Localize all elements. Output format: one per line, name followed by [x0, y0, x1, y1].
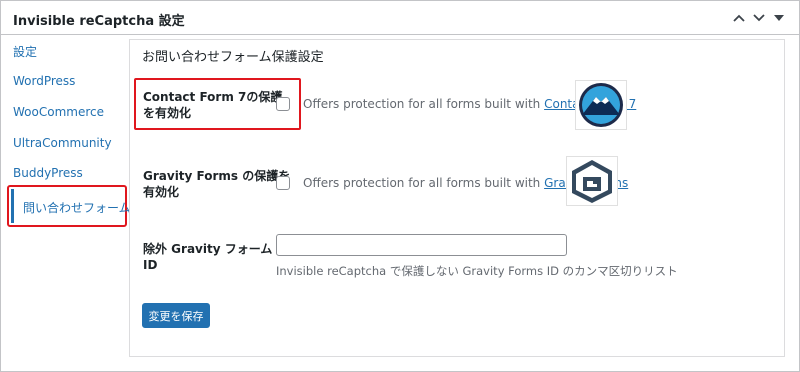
postbox-header: Invisible reCaptcha 設定 — [1, 1, 799, 35]
exclude-gravity-ids-input[interactable] — [276, 234, 567, 256]
chevron-down-icon[interactable] — [749, 7, 769, 29]
sidebar-item-buddypress[interactable]: BuddyPress — [13, 166, 83, 180]
exclude-ids-hint: Invisible reCaptcha で保護しない Gravity Forms… — [276, 264, 678, 278]
save-changes-button[interactable]: 変更を保存 — [142, 303, 210, 328]
gravity-forms-label: Gravity Forms の保護を 有効化 — [143, 169, 291, 199]
panel-title: お問い合わせフォーム保護設定 — [142, 50, 324, 65]
sidebar-item-settings[interactable]: 設定 — [13, 43, 37, 60]
sidebar-item-wordpress[interactable]: WordPress — [13, 74, 75, 88]
gravity-forms-logo — [566, 156, 618, 206]
settings-postbox: Invisible reCaptcha 設定 設定 WordPress WooC… — [0, 0, 800, 372]
contact-form-7-logo — [575, 80, 627, 130]
sidebar-item-woocommerce[interactable]: WooCommerce — [13, 105, 104, 119]
sidebar-item-contact-forms[interactable]: 問い合わせフォーム — [23, 199, 131, 216]
chevron-up-icon[interactable] — [729, 7, 749, 29]
gravity-forms-enable-checkbox[interactable] — [276, 176, 290, 190]
exclude-ids-label: 除外 Gravity フォーム ID — [143, 242, 273, 272]
cf7-label: Contact Form 7の保護 を有効化 — [143, 90, 283, 120]
active-indicator — [11, 189, 14, 223]
cf7-enable-checkbox[interactable] — [276, 97, 290, 111]
caret-down-icon[interactable] — [769, 7, 789, 29]
postbox-title: Invisible reCaptcha 設定 — [13, 14, 185, 29]
sidebar-item-ultracommunity[interactable]: UltraCommunity — [13, 136, 112, 150]
